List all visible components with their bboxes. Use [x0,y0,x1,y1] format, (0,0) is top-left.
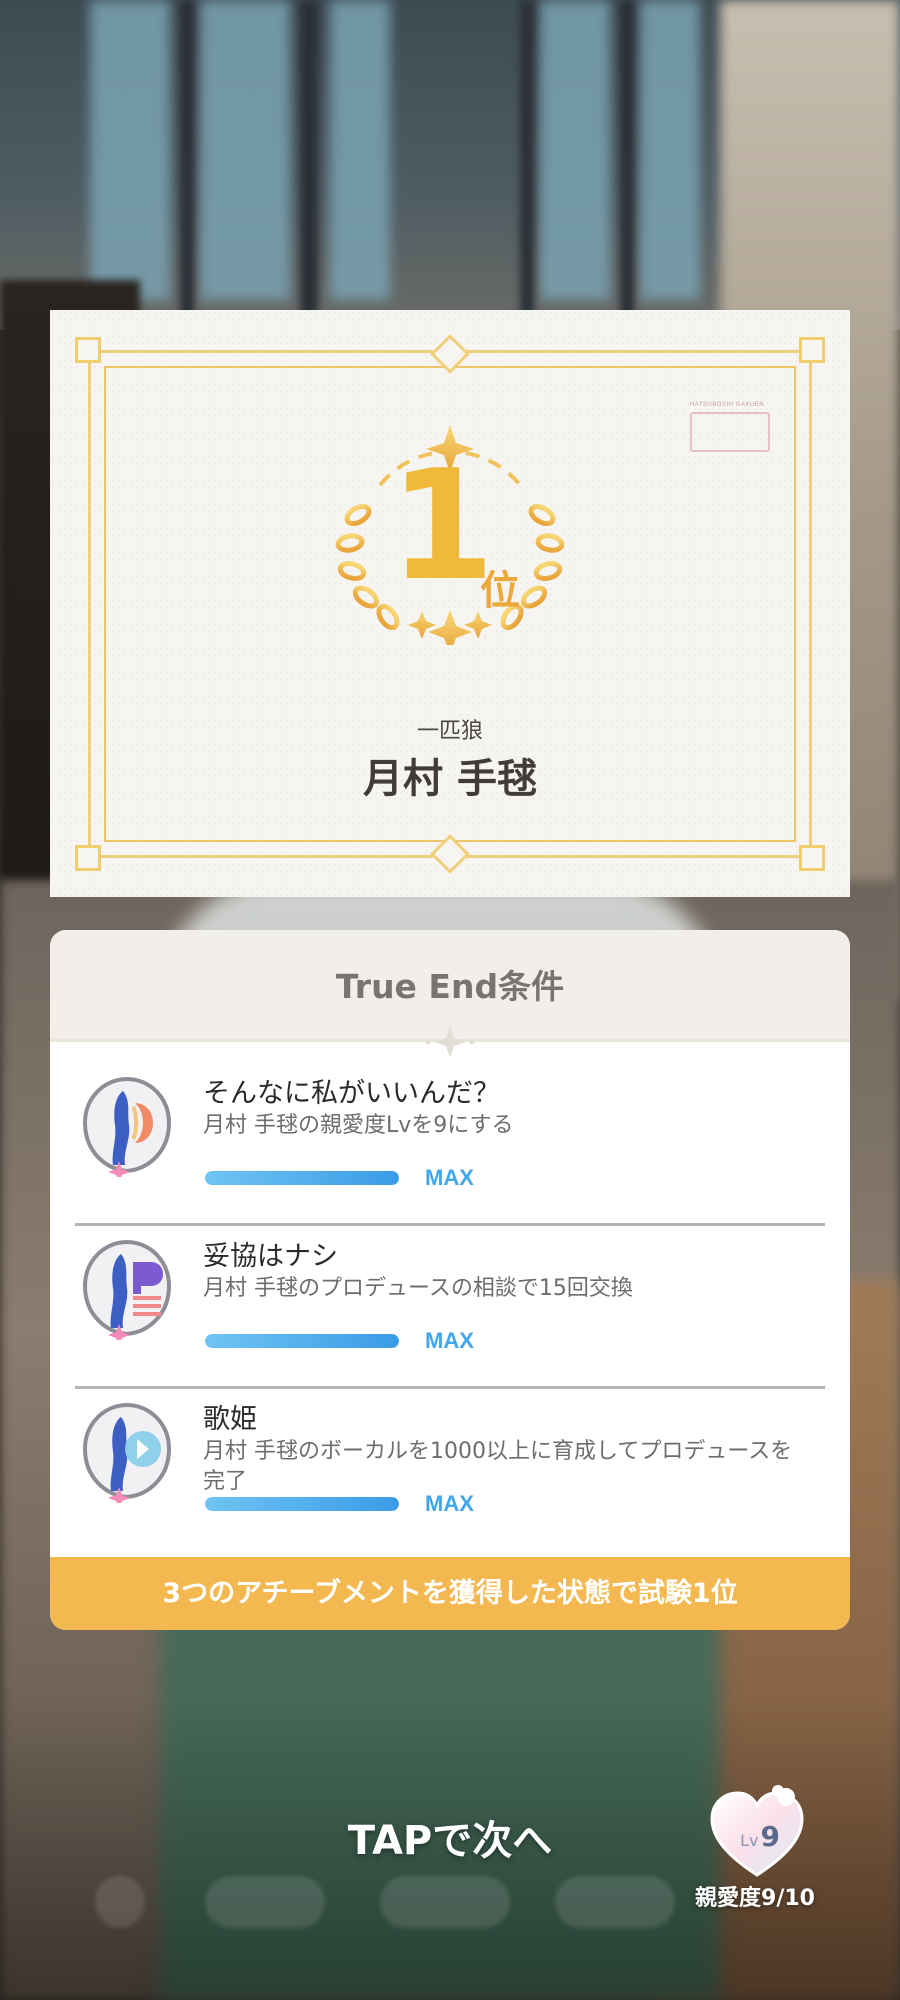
progress-fill [205,1497,399,1511]
achievement-title: 妥協はナシ [203,1241,338,1272]
panel-title: True End条件 [335,967,565,1006]
school-logo-text: HATSUBOSHI GAKUEN [690,402,765,408]
skip-button[interactable] [555,1876,675,1928]
achievement-description: 月村 手毬のボーカルを1000以上に育成してプロデュースを完了 [203,1439,793,1494]
character-name: 月村 手毬 [363,756,537,802]
achievement-description: 月村 手毬のプロデュースの相談で15回交換 [203,1276,633,1301]
rank-suffix: 位 [480,568,520,614]
progress-label: MAX [425,1165,474,1190]
school-logo: HATSUBOSHI GAKUEN [690,402,776,452]
progress-fill [205,1171,399,1185]
achievement-badge-icon [82,1239,172,1340]
achievement-progress-bar [205,1334,399,1348]
log-button[interactable] [380,1876,510,1928]
progress-fill [205,1334,399,1348]
achievement-row[interactable]: 歌姫 月村 手毬のボーカルを1000以上に育成してプロデュースを完了 MAX [75,1371,825,1531]
frame-corner [75,845,101,871]
progress-label: MAX [425,1328,474,1353]
affection-label: 親愛度9/10 [695,1886,815,1911]
frame-corner [799,337,825,363]
character-title: 一匹狼 [416,719,483,744]
achievement-badge-icon [82,1076,172,1177]
achievement-row[interactable]: 妥協はナシ 月村 手毬のプロデュースの相談で15回交換 MAX [75,1208,825,1368]
affection-level: Lv9 [730,1820,790,1853]
menu-button[interactable] [95,1876,145,1928]
achievement-progress-bar [205,1171,399,1185]
achievement-description: 月村 手毬の親愛度Lvを9にする [203,1113,514,1138]
affection-lv-prefix: Lv [740,1831,759,1850]
achievement-row[interactable]: そんなに私がいいんだ？ 月村 手毬の親愛度Lvを9にする MAX [75,1045,825,1205]
auto-button[interactable] [205,1876,325,1928]
result-card: HATSUBOSHI GAKUEN 1 位 一匹狼 月村 手毬 [50,310,850,897]
affection-level-value: 9 [760,1820,780,1853]
achievement-title: そんなに私がいいんだ？ [203,1078,500,1109]
progress-label: MAX [425,1491,474,1516]
achievement-progress-bar [205,1497,399,1511]
frame-corner [75,337,101,363]
achievement-badge-icon [82,1402,172,1503]
condition-banner: 3つのアチーブメントを獲得した状態で試験1位 [50,1557,850,1630]
achievement-title: 歌姫 [203,1404,257,1435]
frame-corner [799,845,825,871]
true-end-panel: True End条件 そんなに私がいいんだ？ 月村 手毬の親愛度Lvを9にする … [50,930,850,1630]
